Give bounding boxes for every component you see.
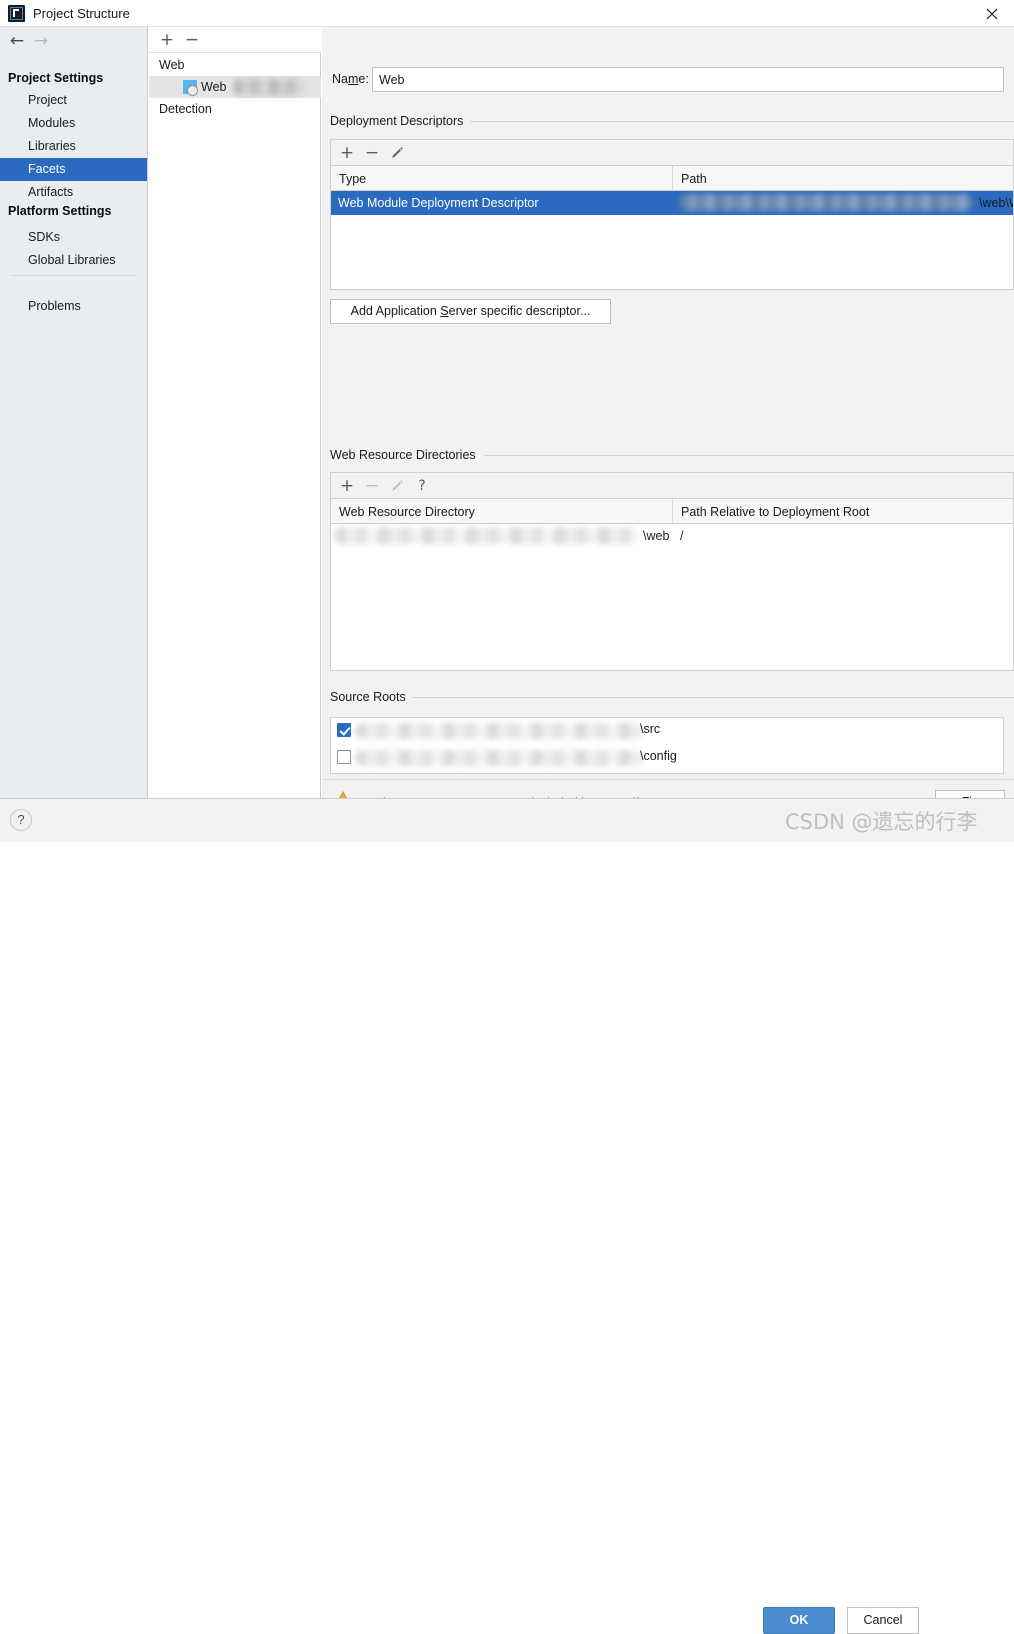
column-header-path-relative[interactable]: Path Relative to Deployment Root: [673, 499, 869, 523]
descriptor-path-suffix: \web\WE: [979, 196, 1013, 210]
sidebar-group-platform-settings: Platform Settings: [8, 204, 112, 218]
intellij-idea-icon: [8, 5, 25, 22]
sidebar-item-artifacts[interactable]: Artifacts: [0, 181, 147, 204]
add-facet-icon[interactable]: +: [157, 30, 177, 50]
sidebar-item-project[interactable]: Project: [0, 89, 147, 112]
sidebar-item-sdks[interactable]: SDKs: [0, 226, 147, 249]
cancel-button[interactable]: Cancel: [847, 1607, 919, 1634]
name-field-label: Name:: [332, 72, 369, 86]
navigation-arrows: ← →: [0, 27, 148, 54]
list-item[interactable]: \src: [331, 718, 1003, 745]
web-resource-directories-header: Web Resource Directory Path Relative to …: [330, 498, 1014, 524]
add-descriptor-icon[interactable]: +: [337, 143, 357, 163]
deployment-descriptors-header: Type Path: [330, 165, 1014, 191]
close-icon[interactable]: [969, 0, 1014, 27]
facet-node-label: Web: [159, 58, 185, 72]
source-root-path-suffix: \src: [640, 722, 661, 736]
remove-descriptor-icon[interactable]: −: [362, 143, 382, 163]
ok-button[interactable]: OK: [763, 1607, 835, 1634]
source-roots-list: \src \config: [330, 717, 1004, 774]
sidebar-group-project-settings: Project Settings: [8, 71, 104, 85]
facet-tree-toolbar: + −: [149, 27, 321, 53]
sidebar-divider: [12, 275, 136, 276]
edit-descriptor-pencil-icon[interactable]: [387, 143, 407, 163]
sidebar-item-global-libraries[interactable]: Global Libraries: [0, 249, 147, 272]
facet-node-label: Detection: [159, 102, 212, 116]
add-application-server-descriptor-button[interactable]: Add Application Server specific descript…: [330, 299, 611, 324]
window-title: Project Structure: [33, 6, 130, 21]
deployment-descriptors-table: Web Module Deployment Descriptor \web\WE: [330, 191, 1014, 290]
title-bar: Project Structure: [0, 0, 1014, 27]
redacted-facet-name: [233, 79, 305, 95]
redacted-source-root-path: [355, 723, 643, 739]
group-separator-line: [484, 455, 1014, 456]
redacted-web-resource-directory: [334, 527, 638, 544]
edit-web-resource-pencil-icon[interactable]: [387, 476, 407, 496]
web-resource-directories-toolbar: + − ?: [330, 472, 1014, 498]
descriptor-type-cell: Web Module Deployment Descriptor: [338, 196, 539, 210]
arrow-left-icon[interactable]: ←: [5, 31, 29, 51]
facet-detail-panel: Name: Deployment Descriptors + − Type Pa…: [322, 27, 1014, 825]
facet-node-label: Web: [201, 80, 227, 94]
add-web-resource-icon[interactable]: +: [337, 476, 357, 496]
web-resource-directories-table: \web /: [330, 524, 1014, 671]
web-resource-directories-title: Web Resource Directories: [330, 448, 482, 462]
source-roots-title: Source Roots: [330, 690, 412, 704]
sidebar-item-problems[interactable]: Problems: [0, 295, 147, 318]
redacted-source-root-path: [355, 750, 643, 766]
facet-tree-panel: + − Web Web Detection: [149, 27, 321, 798]
web-resource-directory-suffix: \web: [643, 529, 670, 543]
dialog-footer: ? OK Cancel: [0, 798, 1014, 1634]
web-facet-icon: [183, 80, 198, 96]
remove-web-resource-icon[interactable]: −: [362, 476, 382, 496]
arrow-right-icon[interactable]: →: [29, 31, 53, 51]
group-separator-line: [470, 121, 1014, 122]
source-root-checkbox[interactable]: [337, 750, 351, 764]
facet-tree-node-web-group[interactable]: Web: [149, 54, 321, 76]
sidebar-item-libraries[interactable]: Libraries: [0, 135, 147, 158]
web-resource-relative-path: /: [680, 529, 684, 543]
sidebar-item-modules[interactable]: Modules: [0, 112, 147, 135]
deployment-descriptors-title: Deployment Descriptors: [330, 114, 470, 128]
facet-tree-node-detection[interactable]: Detection: [149, 98, 321, 120]
source-root-checkbox[interactable]: [337, 723, 351, 737]
table-row[interactable]: \web /: [331, 524, 1013, 548]
column-header-type[interactable]: Type: [331, 166, 366, 190]
facet-tree-node-web[interactable]: Web: [149, 76, 321, 98]
remove-facet-icon[interactable]: −: [182, 30, 202, 50]
web-resource-help-icon[interactable]: ?: [412, 476, 432, 496]
group-separator-line: [412, 697, 1014, 698]
name-input[interactable]: [372, 67, 1004, 92]
source-root-path-suffix: \config: [640, 749, 677, 763]
settings-sidebar: ← → Project Settings Project Modules Lib…: [0, 27, 148, 798]
sidebar-item-facets[interactable]: Facets: [0, 158, 147, 181]
column-header-path[interactable]: Path: [673, 166, 707, 190]
column-header-web-resource-directory[interactable]: Web Resource Directory: [331, 499, 475, 523]
table-row[interactable]: Web Module Deployment Descriptor \web\WE: [331, 191, 1013, 215]
help-icon[interactable]: ?: [10, 809, 32, 831]
list-item[interactable]: \config: [331, 745, 1003, 772]
deployment-descriptors-toolbar: + −: [330, 139, 1014, 165]
redacted-descriptor-path: [679, 194, 973, 211]
